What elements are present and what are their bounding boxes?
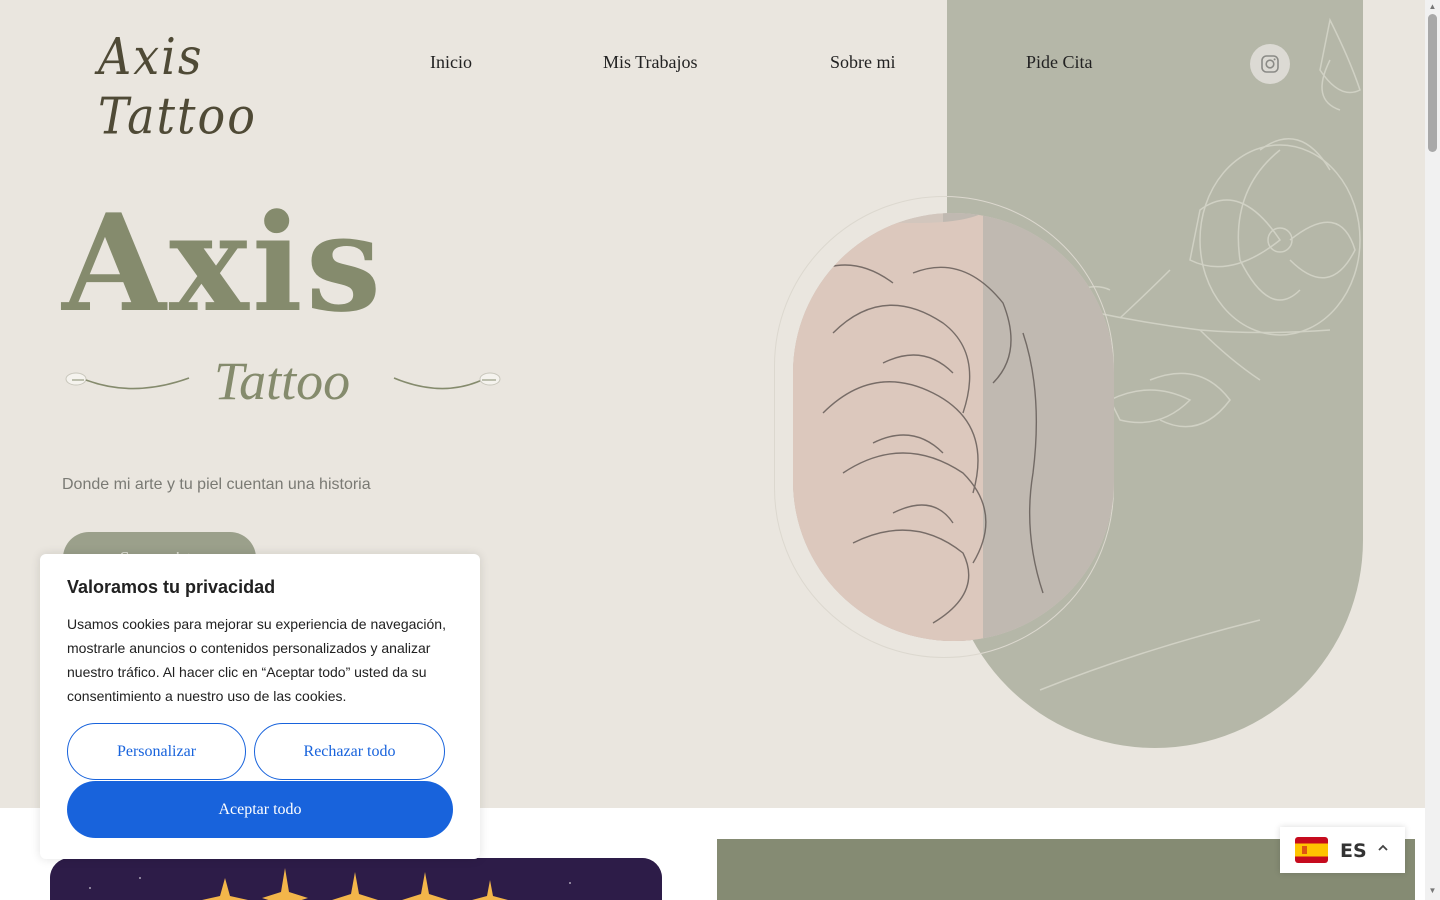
language-switcher[interactable]: ES bbox=[1280, 827, 1405, 873]
tattoo-photo bbox=[793, 213, 1114, 641]
nav-item-inicio[interactable]: Inicio bbox=[430, 52, 472, 73]
celestial-image bbox=[50, 858, 662, 900]
chevron-up-icon bbox=[1377, 841, 1389, 857]
cookie-consent-banner: Valoramos tu privacidad Usamos cookies p… bbox=[40, 554, 480, 859]
right-leaf-ornament bbox=[393, 372, 501, 390]
main-nav: Inicio Mis Trabajos Sobre mi Pide Cita bbox=[0, 52, 1200, 76]
hero-script-subtitle: Tattoo bbox=[214, 351, 351, 411]
scroll-down-arrow-icon[interactable]: ▼ bbox=[1428, 886, 1437, 895]
page-scrollbar[interactable]: ▲ ▼ bbox=[1425, 0, 1440, 900]
language-code: ES bbox=[1340, 840, 1367, 862]
customize-button[interactable]: Personalizar bbox=[67, 723, 246, 780]
cookie-description: Usamos cookies para mejorar su experienc… bbox=[67, 616, 446, 704]
spain-flag-icon bbox=[1295, 837, 1328, 863]
nav-item-sobre-mi[interactable]: Sobre mi bbox=[830, 52, 896, 73]
nav-item-pide-cita[interactable]: Pide Cita bbox=[1026, 52, 1093, 73]
reject-all-button[interactable]: Rechazar todo bbox=[254, 723, 445, 780]
hero-tagline: Donde mi arte y tu piel cuentan una hist… bbox=[62, 476, 371, 493]
scroll-up-arrow-icon[interactable]: ▲ bbox=[1428, 2, 1437, 11]
left-leaf-ornament bbox=[65, 372, 190, 390]
nav-item-mis-trabajos[interactable]: Mis Trabajos bbox=[603, 52, 698, 73]
instagram-icon bbox=[1261, 55, 1279, 73]
accept-all-button[interactable]: Aceptar todo bbox=[67, 781, 453, 838]
instagram-button[interactable] bbox=[1250, 44, 1290, 84]
cookie-title: Valoramos tu privacidad bbox=[67, 577, 276, 597]
hero-title: Axis bbox=[62, 184, 385, 342]
scroll-thumb[interactable] bbox=[1428, 14, 1437, 152]
